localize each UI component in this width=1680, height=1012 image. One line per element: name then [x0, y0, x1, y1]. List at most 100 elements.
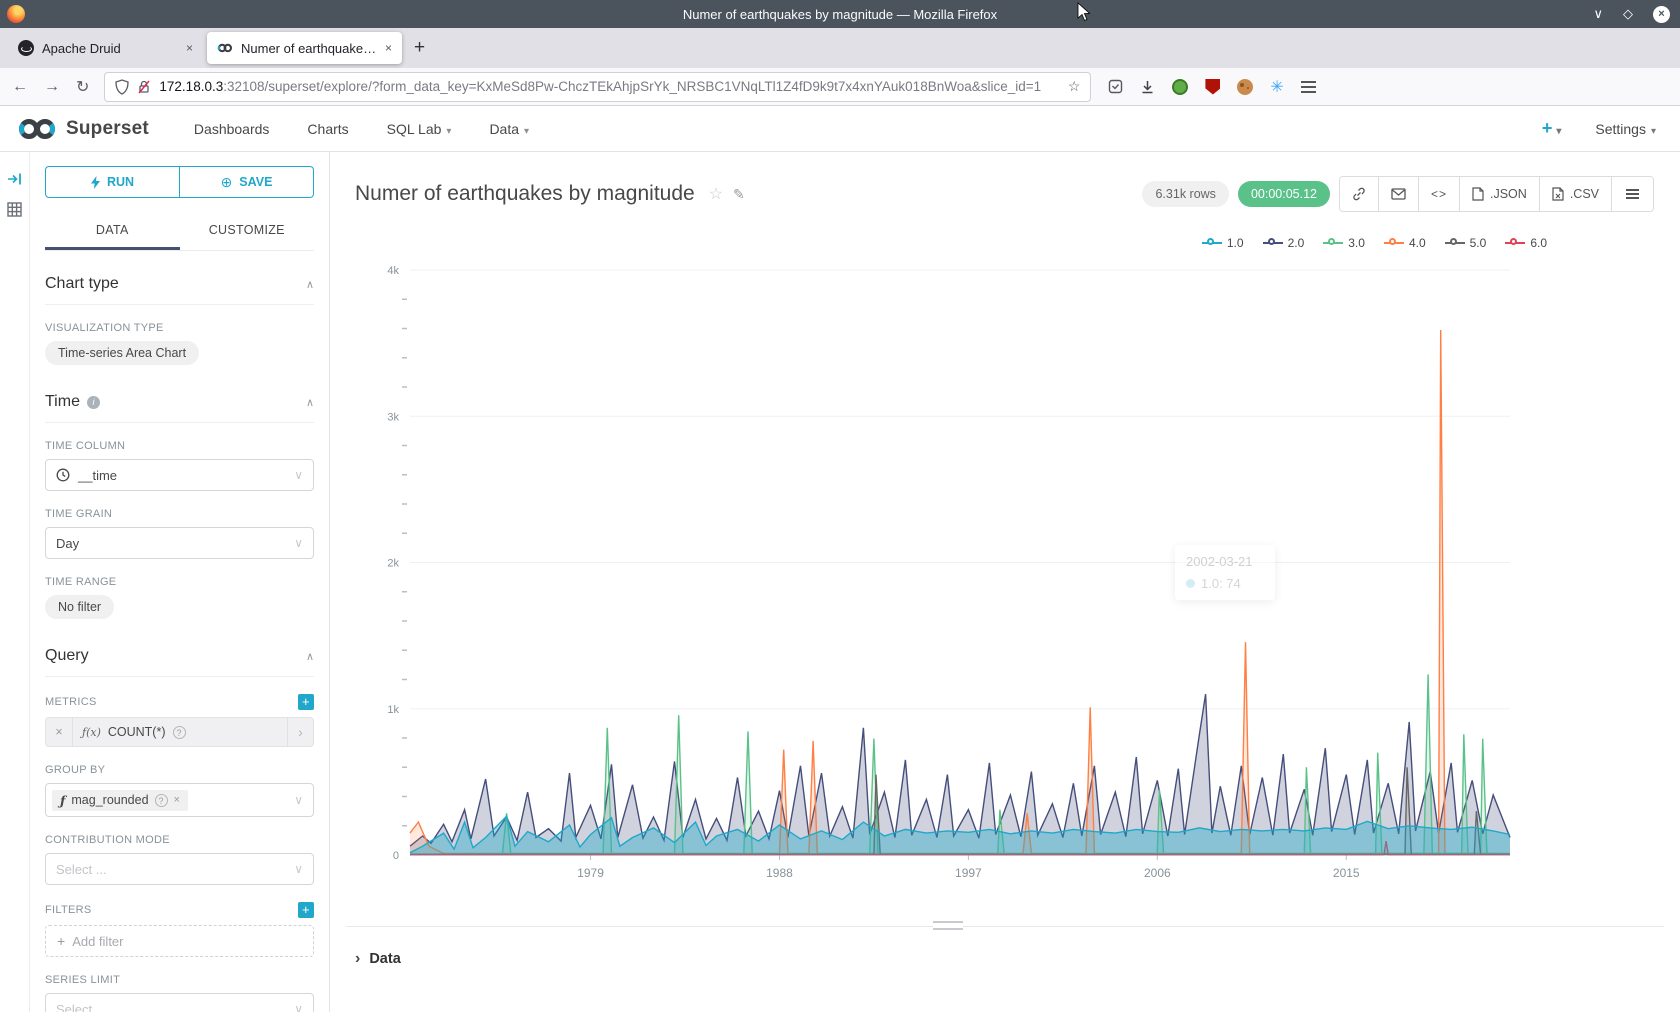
expand-panel-icon[interactable]: [7, 172, 23, 186]
tracking-shield-icon[interactable]: [115, 79, 129, 95]
edit-properties-icon[interactable]: [733, 186, 745, 203]
superset-navbar: Superset Dashboards Charts SQL Lab Data + S…: [0, 106, 1680, 152]
insecure-lock-icon[interactable]: [137, 79, 151, 95]
pocket-shield-icon[interactable]: [1108, 79, 1123, 95]
window-maximize-button[interactable]: [1623, 5, 1633, 23]
svg-text:0: 0: [393, 850, 399, 862]
function-icon: ƒ: [60, 793, 65, 808]
add-filter-dropzone[interactable]: Add filter: [45, 925, 314, 957]
time-column-select[interactable]: __time: [45, 459, 314, 491]
chart-container: Numer of earthquakes by magnitude 6.31k …: [330, 152, 1680, 1012]
tab-close-icon[interactable]: [186, 41, 193, 55]
svg-text:1k: 1k: [387, 704, 399, 716]
url-path: :32108/superset/explore/?form_data_key=K…: [223, 79, 1041, 94]
query-duration-badge: 00:00:05.12: [1238, 181, 1330, 207]
bookmark-star-icon[interactable]: [1068, 78, 1081, 95]
nav-sql-lab[interactable]: SQL Lab: [387, 121, 452, 137]
embed-code-button[interactable]: <>: [1418, 177, 1459, 211]
filters-label: FILTERS: [45, 902, 314, 918]
metrics-label: METRICS: [45, 694, 314, 710]
extension-asterisk-icon[interactable]: [1270, 77, 1283, 97]
reload-button[interactable]: [76, 77, 89, 97]
new-tab-button[interactable]: [414, 37, 425, 59]
collapse-icon[interactable]: [306, 396, 314, 409]
nav-data[interactable]: Data: [489, 121, 529, 137]
timeseries-area-chart[interactable]: 01k2k3k4k19791988199720062015: [375, 240, 1545, 890]
tab-label: Apache Druid: [42, 41, 178, 56]
code-icon: <>: [1431, 187, 1447, 201]
add-metric-button[interactable]: [298, 694, 314, 710]
svg-text:2k: 2k: [387, 558, 399, 570]
nav-dashboards[interactable]: Dashboards: [194, 121, 270, 137]
copy-link-button[interactable]: [1340, 177, 1378, 211]
area-series-4.0: [410, 330, 1510, 855]
superset-logo[interactable]: Superset: [16, 117, 149, 141]
cookie-extension-icon[interactable]: [1237, 79, 1253, 95]
viz-type-value[interactable]: Time-series Area Chart: [45, 341, 199, 365]
back-button[interactable]: [12, 78, 28, 96]
series-dot-icon: [1186, 579, 1195, 588]
metric-chip[interactable]: ƒ(x) COUNT(*): [45, 717, 314, 747]
tab-apache-druid[interactable]: Apache Druid: [8, 32, 203, 64]
export-json-button[interactable]: .JSON: [1459, 177, 1539, 211]
data-panel-toggle[interactable]: Data: [355, 950, 401, 968]
group-by-chip[interactable]: ƒ mag_rounded: [52, 790, 188, 811]
new-item-button[interactable]: +: [1542, 118, 1562, 139]
dataset-grid-icon[interactable]: [7, 202, 22, 217]
add-filter-plus-button[interactable]: [298, 902, 314, 918]
superset-favicon: [217, 40, 233, 56]
extension-green-icon[interactable]: [1172, 79, 1188, 95]
svg-text:2006: 2006: [1144, 866, 1171, 880]
save-button[interactable]: SAVE: [180, 166, 314, 198]
ublock-icon[interactable]: [1205, 79, 1220, 95]
time-grain-select[interactable]: Day: [45, 527, 314, 559]
metric-expand-icon[interactable]: [287, 718, 313, 746]
tab-superset-chart[interactable]: Numer of earthquakes by: [207, 32, 402, 64]
section-query[interactable]: Query: [45, 647, 314, 677]
chart-menu-button[interactable]: [1611, 177, 1653, 211]
section-time[interactable]: Time: [45, 393, 314, 423]
tab-close-icon[interactable]: [385, 41, 392, 55]
tab-label: Numer of earthquakes by: [241, 41, 377, 56]
window-minimize-button[interactable]: [1593, 5, 1603, 23]
group-by-select[interactable]: ƒ mag_rounded: [45, 783, 314, 817]
svg-text:1979: 1979: [577, 866, 604, 880]
tooltip-value: 1.0: 74: [1201, 576, 1241, 591]
group-by-label: GROUP BY: [45, 764, 314, 776]
firefox-menu-icon[interactable]: [1301, 86, 1316, 88]
resize-drag-handle[interactable]: [933, 921, 963, 930]
tab-data[interactable]: DATA: [45, 212, 180, 250]
nav-charts[interactable]: Charts: [307, 121, 348, 137]
chevron-down-icon: [446, 126, 451, 137]
export-csv-button[interactable]: .CSV: [1539, 177, 1611, 211]
url-bar[interactable]: 172.18.0.3:32108/superset/explore/?form_…: [105, 73, 1090, 101]
svg-text:1997: 1997: [955, 866, 982, 880]
favorite-star-icon[interactable]: [709, 184, 723, 204]
tab-customize[interactable]: CUSTOMIZE: [180, 212, 315, 250]
email-button[interactable]: [1378, 177, 1418, 211]
browser-tabbar: Apache Druid Numer of earthquakes by: [0, 28, 1680, 68]
run-button[interactable]: RUN: [45, 166, 180, 198]
series-limit-select[interactable]: Select ...: [45, 993, 314, 1012]
dataset-rail: [0, 152, 30, 1012]
settings-menu[interactable]: Settings: [1595, 121, 1656, 137]
downloads-icon[interactable]: [1140, 79, 1155, 95]
collapse-icon[interactable]: [306, 278, 314, 291]
time-range-value[interactable]: No filter: [45, 595, 114, 619]
chevron-down-icon: [294, 536, 303, 550]
metric-name: COUNT(*): [108, 725, 166, 739]
remove-metric-icon[interactable]: [46, 718, 73, 746]
bolt-icon: [91, 176, 100, 189]
section-chart-type[interactable]: Chart type: [45, 275, 314, 305]
chevron-down-icon: [294, 862, 303, 876]
url-host: 172.18.0.3: [159, 79, 223, 94]
chevron-down-icon: [294, 468, 303, 482]
window-close-button[interactable]: [1653, 6, 1670, 23]
contribution-mode-select[interactable]: Select ...: [45, 853, 314, 885]
chevron-down-icon: [294, 793, 303, 807]
remove-chip-icon[interactable]: [174, 794, 180, 806]
brand-name: Superset: [66, 118, 149, 140]
forward-button[interactable]: [44, 78, 60, 96]
contribution-mode-label: CONTRIBUTION MODE: [45, 834, 314, 846]
collapse-icon[interactable]: [306, 650, 314, 663]
